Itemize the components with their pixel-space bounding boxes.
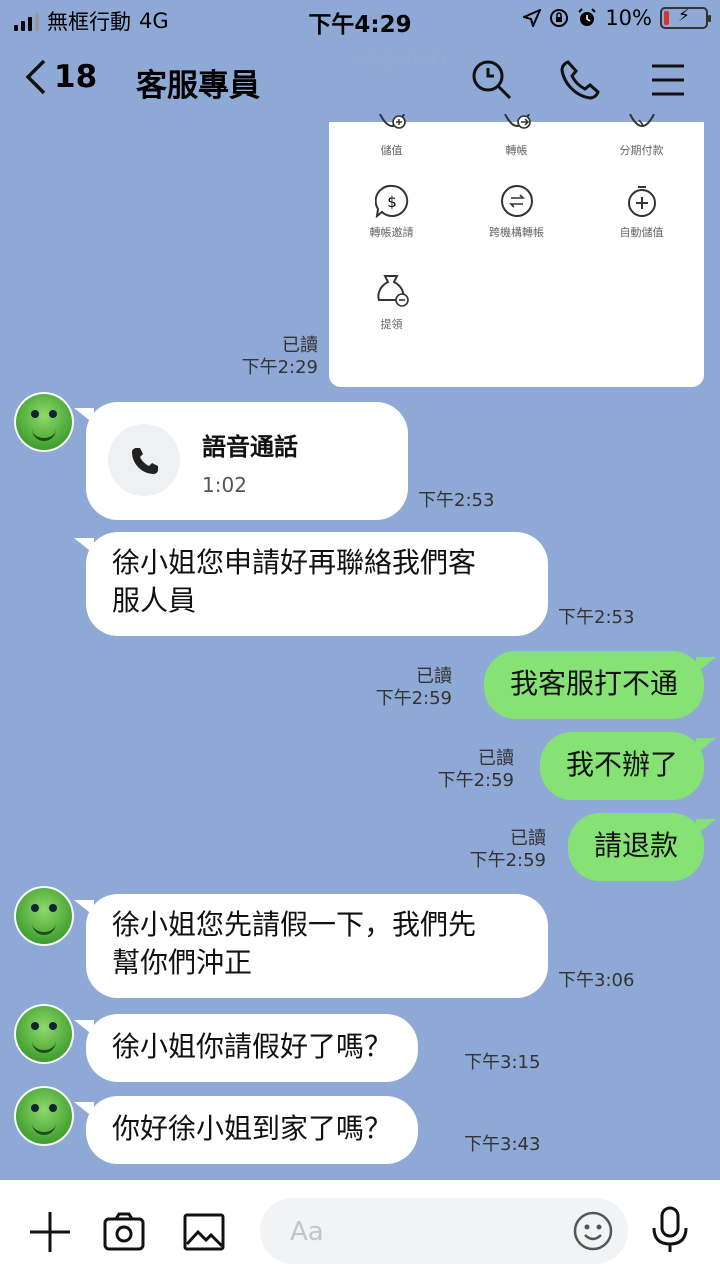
- message-time: 下午2:59: [375, 688, 452, 709]
- message-time: 下午3:06: [558, 970, 635, 991]
- message-meta: 已讀 下午2:59: [376, 666, 452, 710]
- message-bubble[interactable]: 徐小姐您先請假一下，我們先 幫你們沖正: [74, 894, 548, 998]
- camera-icon[interactable]: [102, 1210, 146, 1258]
- message-bubble[interactable]: 我客服打不通: [483, 651, 717, 719]
- wallet-item-withdraw[interactable]: 提領: [329, 272, 454, 332]
- wallet-item-interbank[interactable]: 跨機構轉帳: [454, 184, 579, 240]
- message-text-field[interactable]: [260, 1198, 628, 1266]
- read-receipt: 已讀: [478, 748, 514, 769]
- call-duration: 1:02: [202, 473, 247, 497]
- emoji-icon[interactable]: [572, 1210, 614, 1256]
- wallet-item-installment[interactable]: 分期付款: [579, 114, 704, 158]
- battery-percent: 10%: [605, 6, 652, 30]
- unread-count: 18: [54, 59, 98, 95]
- chat-title: 客服專員: [136, 68, 260, 104]
- message-time: 下午3:15: [464, 1052, 541, 1073]
- read-receipt: 已讀: [282, 335, 318, 356]
- message-time: 下午3:43: [464, 1134, 541, 1155]
- location-arrow-icon: [523, 9, 542, 27]
- message-text: 我客服打不通: [509, 667, 678, 700]
- message-bubble[interactable]: 徐小姐你請假好了嗎？: [73, 1014, 419, 1082]
- auto-topup-icon: [627, 186, 656, 217]
- battery-icon: ⚡: [660, 6, 711, 29]
- message-bubble[interactable]: 你好徐小姐到家了嗎？: [73, 1096, 419, 1164]
- wallet-item-auto-topup[interactable]: 自動儲值: [579, 184, 704, 240]
- message-input-bar: [0, 1180, 720, 1280]
- read-receipt: 已讀: [416, 666, 452, 687]
- wallet-item-label: 轉帳: [505, 144, 528, 157]
- plus-icon[interactable]: [28, 1210, 72, 1258]
- menu-icon[interactable]: [646, 58, 690, 102]
- alarm-icon: [578, 8, 597, 26]
- avatar[interactable]: [14, 886, 74, 946]
- message-time: 下午2:59: [437, 770, 514, 791]
- message-meta: 已讀 下午2:59: [470, 828, 546, 872]
- interbank-transfer-icon: [500, 185, 533, 217]
- orientation-lock-icon: [550, 9, 569, 27]
- avatar[interactable]: [14, 1004, 74, 1064]
- message-bubble[interactable]: 徐小姐您申請好再聯絡我們客 服人員: [74, 532, 548, 636]
- wallet-item-label: 自動儲值: [619, 226, 664, 239]
- wallet-item-transfer-invite[interactable]: $ 轉帳邀請: [329, 184, 454, 240]
- message-meta: 已讀 下午2:59: [438, 748, 514, 792]
- wallet-item-label: 轉帳邀請: [369, 226, 414, 239]
- message-time: 下午2:53: [418, 490, 495, 511]
- wallet-panel: 儲值 轉帳 分期付款 $ 轉帳邀請 跨機構轉帳 自動儲值 提領: [329, 114, 704, 387]
- call-title: 語音通話: [202, 433, 298, 461]
- microphone-icon[interactable]: [650, 1206, 690, 1258]
- back-button[interactable]: 18: [24, 58, 97, 96]
- phone-call-icon[interactable]: [558, 58, 602, 102]
- wallet-item-topup[interactable]: 儲值: [329, 114, 454, 158]
- phone-icon: [108, 424, 180, 496]
- wallet-item-label: 提領: [380, 318, 403, 331]
- message-text: 服人員: [112, 584, 197, 617]
- chat-area: 一卡通MONEY 儲值 轉帳 分期付款 $ 轉帳邀請 跨機構轉帳 自動儲值 提領…: [0, 0, 720, 1180]
- avatar[interactable]: [14, 1086, 74, 1146]
- wallet-item-transfer[interactable]: 轉帳: [454, 114, 579, 158]
- message-time: 下午2:53: [558, 607, 635, 628]
- avatar[interactable]: [14, 392, 74, 452]
- svg-text:$: $: [387, 193, 397, 211]
- message-text: 你好徐小姐到家了嗎？: [112, 1112, 393, 1145]
- message-text: 徐小姐你請假好了嗎？: [112, 1030, 393, 1063]
- message-bubble[interactable]: 請退款: [567, 813, 717, 881]
- voice-call-bubble[interactable]: 語音通話 1:02: [74, 402, 408, 520]
- message-text: 徐小姐您先請假一下，我們先: [112, 908, 477, 941]
- message-meta: 已讀 下午2:29: [242, 335, 318, 379]
- message-input[interactable]: [288, 1198, 572, 1266]
- message-time: 下午2:59: [469, 850, 546, 871]
- message-text: 請退款: [593, 829, 678, 862]
- message-text: 幫你們沖正: [112, 946, 253, 979]
- withdraw-bag-icon: [376, 275, 409, 307]
- wallet-item-label: 分期付款: [619, 144, 664, 157]
- message-bubble[interactable]: 我不辦了: [539, 732, 717, 800]
- chevron-left-icon: [25, 59, 46, 95]
- status-bar: 無框行動 4G 下午4:29 10% ⚡: [0, 0, 720, 40]
- message-text: 我不辦了: [565, 748, 678, 781]
- read-receipt: 已讀: [510, 828, 546, 849]
- search-icon[interactable]: [470, 58, 514, 102]
- message-text: 徐小姐您申請好再聯絡我們客: [112, 546, 477, 579]
- wallet-item-label: 儲值: [380, 144, 403, 157]
- image-icon[interactable]: [182, 1210, 226, 1258]
- message-time: 下午2:29: [241, 357, 318, 378]
- wallet-item-label: 跨機構轉帳: [489, 226, 544, 239]
- chat-header: 18 客服專員: [0, 40, 720, 120]
- dollar-bubble-icon: $: [374, 184, 408, 218]
